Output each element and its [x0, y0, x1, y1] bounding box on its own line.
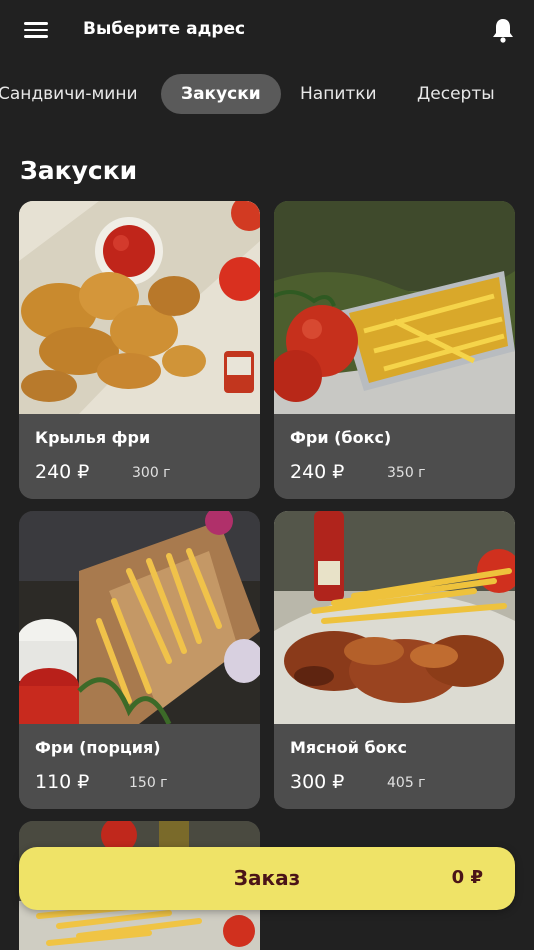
product-weight: 150 г [129, 775, 168, 791]
product-price: 240 ₽ [35, 461, 90, 483]
product-card-fries-box[interactable]: Фри (бокс) 240 ₽ 350 г [274, 201, 515, 499]
product-weight: 350 г [387, 465, 426, 481]
tab-sandwiches-mini[interactable]: Сандвичи-мини [0, 74, 158, 114]
address-selector[interactable]: Выберите адрес [83, 19, 245, 39]
product-card-meat-box[interactable]: Мясной бокс 300 ₽ 405 г [274, 511, 515, 809]
product-price: 300 ₽ [290, 771, 345, 793]
product-name: Фри (порция) [35, 738, 161, 757]
product-price: 240 ₽ [290, 461, 345, 483]
tab-snacks[interactable]: Закуски [161, 74, 281, 114]
top-bar: Выберите адрес [0, 0, 534, 62]
product-photo [274, 511, 515, 724]
order-total: 0 ₽ [451, 867, 483, 888]
category-tabs: Сандвичи-мини Закуски Напитки Десерты [0, 72, 534, 116]
order-button[interactable]: Заказ 0 ₽ [19, 847, 515, 910]
product-weight: 405 г [387, 775, 426, 791]
product-card-wings[interactable]: Крылья фри 240 ₽ 300 г [19, 201, 260, 499]
bell-icon[interactable] [489, 16, 517, 44]
section-title: Закуски [20, 156, 138, 185]
product-photo [274, 201, 515, 414]
product-info: Фри (бокс) 240 ₽ 350 г [274, 414, 515, 499]
product-photo [19, 201, 260, 414]
product-name: Крылья фри [35, 428, 151, 447]
product-weight: 300 г [132, 465, 171, 481]
order-label: Заказ [233, 866, 301, 890]
product-info: Крылья фри 240 ₽ 300 г [19, 414, 260, 499]
product-name: Мясной бокс [290, 738, 408, 757]
product-name: Фри (бокс) [290, 428, 392, 447]
product-photo [19, 511, 260, 724]
menu-icon[interactable] [24, 22, 48, 38]
tab-drinks[interactable]: Напитки [280, 74, 397, 114]
product-info: Мясной бокс 300 ₽ 405 г [274, 724, 515, 809]
product-price: 110 ₽ [35, 771, 90, 793]
product-card-fries-portion[interactable]: Фри (порция) 110 ₽ 150 г [19, 511, 260, 809]
product-info: Фри (порция) 110 ₽ 150 г [19, 724, 260, 809]
tab-desserts[interactable]: Десерты [397, 74, 515, 114]
